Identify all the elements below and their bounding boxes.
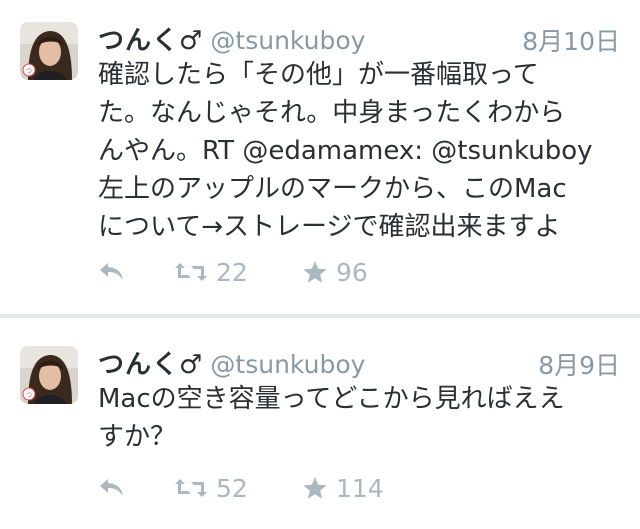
tweet-header: つんく♂ @tsunkuboy 8月9日: [98, 344, 620, 380]
tweet-text-line: 確認したら「その他」が一番幅取って: [98, 60, 539, 90]
svg-text:つ: つ: [26, 392, 32, 399]
retweet-button[interactable]: 52: [174, 468, 248, 508]
tweet-text: 確認したら「その他」が一番幅取って た。なんじゃそれ。中身まったくわから んやん…: [98, 56, 622, 246]
tweet-card[interactable]: つ つんく♂ @tsunkuboy 8月10日 確認したら「その他」が一番幅取っ…: [0, 0, 640, 314]
reply-icon: [100, 479, 123, 496]
favorite-count: 114: [336, 473, 384, 503]
user-handle[interactable]: @tsunkuboy: [210, 350, 365, 379]
retweet-count: 52: [216, 473, 248, 503]
avatar[interactable]: つ: [20, 22, 78, 80]
retweet-icon: [175, 263, 207, 281]
reply-button[interactable]: [98, 252, 126, 292]
retweet-icon: [175, 479, 207, 497]
reply-button[interactable]: [98, 468, 126, 508]
retweet-count: 22: [216, 257, 248, 287]
avatar-image: つ: [20, 346, 78, 404]
avatar[interactable]: つ: [20, 346, 78, 404]
tweet-text-line: について→ストレージで確認出来ますよ: [98, 212, 561, 242]
tweet-card[interactable]: つ つんく♂ @tsunkuboy 8月9日 Macの空き容量ってどこから見れば…: [0, 318, 640, 529]
tweet-text-line: 左上のアップルのマークから、このMac: [98, 174, 567, 204]
star-icon: [303, 477, 327, 499]
timestamp[interactable]: 8月10日: [522, 22, 620, 58]
display-name[interactable]: つんく♂: [98, 26, 203, 56]
favorite-count: 96: [336, 257, 368, 287]
tweet-text-line: Macの空き容量ってどこから見ればええ: [98, 384, 565, 414]
timeline: つ つんく♂ @tsunkuboy 8月10日 確認したら「その他」が一番幅取っ…: [0, 0, 640, 529]
favorite-button[interactable]: 96: [302, 252, 368, 292]
timestamp[interactable]: 8月9日: [538, 346, 620, 382]
tweet-header: つんく♂ @tsunkuboy 8月10日: [98, 20, 620, 56]
reply-icon: [100, 263, 123, 280]
avatar-image: つ: [20, 22, 78, 80]
tweet-text-line: んやん。RT @edamamex: @tsunkuboy: [98, 136, 593, 166]
tweet-text-line: た。なんじゃそれ。中身まったくわから: [98, 98, 566, 128]
display-name[interactable]: つんく♂: [98, 350, 203, 380]
user-handle[interactable]: @tsunkuboy: [210, 26, 365, 55]
svg-text:つ: つ: [26, 68, 32, 75]
tweet-text: Macの空き容量ってどこから見ればええ すか？: [98, 380, 622, 456]
star-icon: [303, 261, 327, 283]
retweet-button[interactable]: 22: [174, 252, 248, 292]
tweet-text-line: すか？: [98, 422, 177, 452]
favorite-button[interactable]: 114: [302, 468, 384, 508]
